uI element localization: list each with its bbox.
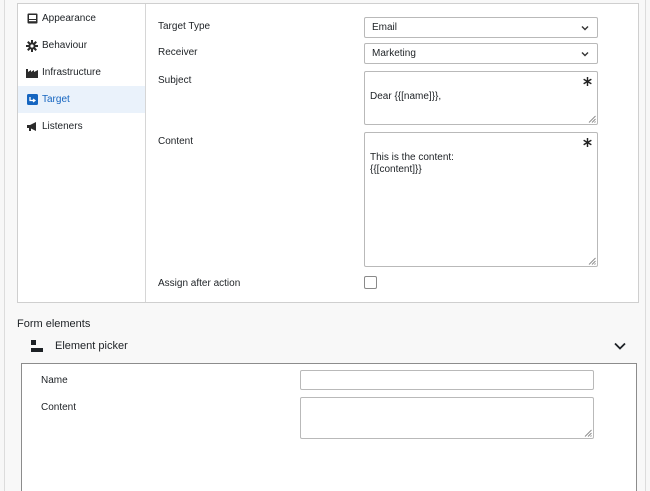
sidebar: Appearance Behaviour Infrastructure Targ… <box>18 4 146 302</box>
resize-grip-icon[interactable] <box>588 115 596 123</box>
chevron-down-icon <box>581 26 589 31</box>
element-picker-label: Element picker <box>55 340 128 352</box>
content-textarea[interactable]: This is the content: {{[content]}} <box>364 132 598 267</box>
chevron-down-icon <box>581 52 589 57</box>
required-asterisk-icon <box>583 138 592 147</box>
sidebar-item-infrastructure[interactable]: Infrastructure <box>18 59 145 86</box>
element-picker-body: Name Content <box>21 363 637 491</box>
content-label: Content <box>158 136 194 147</box>
receiver-value: Marketing <box>372 48 416 59</box>
target-type-label: Target Type <box>158 21 211 32</box>
picker-content-textarea[interactable] <box>300 397 594 439</box>
picker-content-label: Content <box>41 402 77 413</box>
sidebar-item-label: Infrastructure <box>42 67 101 78</box>
sidebar-item-target[interactable]: Target <box>18 86 145 113</box>
target-type-select[interactable]: Email <box>364 17 598 38</box>
element-picker-header[interactable]: Element picker <box>17 333 639 359</box>
appearance-icon <box>26 13 38 25</box>
receiver-select[interactable]: Marketing <box>364 43 598 64</box>
sidebar-item-listeners[interactable]: Listeners <box>18 113 145 140</box>
subject-label: Subject <box>158 75 192 86</box>
sidebar-item-label: Appearance <box>42 13 96 24</box>
content-value: This is the content: {{[content]}} <box>370 152 454 175</box>
assign-after-action-checkbox[interactable] <box>364 276 377 289</box>
target-type-value: Email <box>372 22 398 33</box>
chevron-down-icon[interactable] <box>613 339 627 353</box>
megaphone-icon <box>26 121 38 133</box>
picker-name-label: Name <box>41 375 68 386</box>
subject-textarea[interactable]: Dear {{[name]}}, <box>364 71 598 125</box>
factory-icon <box>26 67 38 79</box>
settings-panel: Appearance Behaviour Infrastructure Targ… <box>17 3 639 303</box>
sidebar-item-label: Target <box>42 94 70 105</box>
subject-value: Dear {{[name]}}, <box>370 91 442 102</box>
gear-icon <box>26 39 38 52</box>
assign-after-action-label: Assign after action <box>158 278 241 289</box>
sidebar-item-label: Listeners <box>42 121 83 132</box>
element-picker-icon <box>31 340 43 352</box>
picker-name-input[interactable] <box>300 370 594 390</box>
resize-grip-icon[interactable] <box>588 257 596 265</box>
receiver-label: Receiver <box>158 47 198 58</box>
sidebar-item-label: Behaviour <box>42 40 88 51</box>
resize-grip-icon[interactable] <box>584 429 592 437</box>
sidebar-item-appearance[interactable]: Appearance <box>18 5 145 32</box>
sidebar-item-behaviour[interactable]: Behaviour <box>18 32 145 59</box>
target-arrow-icon <box>26 94 38 106</box>
required-asterisk-icon <box>583 77 592 86</box>
form-elements-title: Form elements <box>17 318 91 330</box>
